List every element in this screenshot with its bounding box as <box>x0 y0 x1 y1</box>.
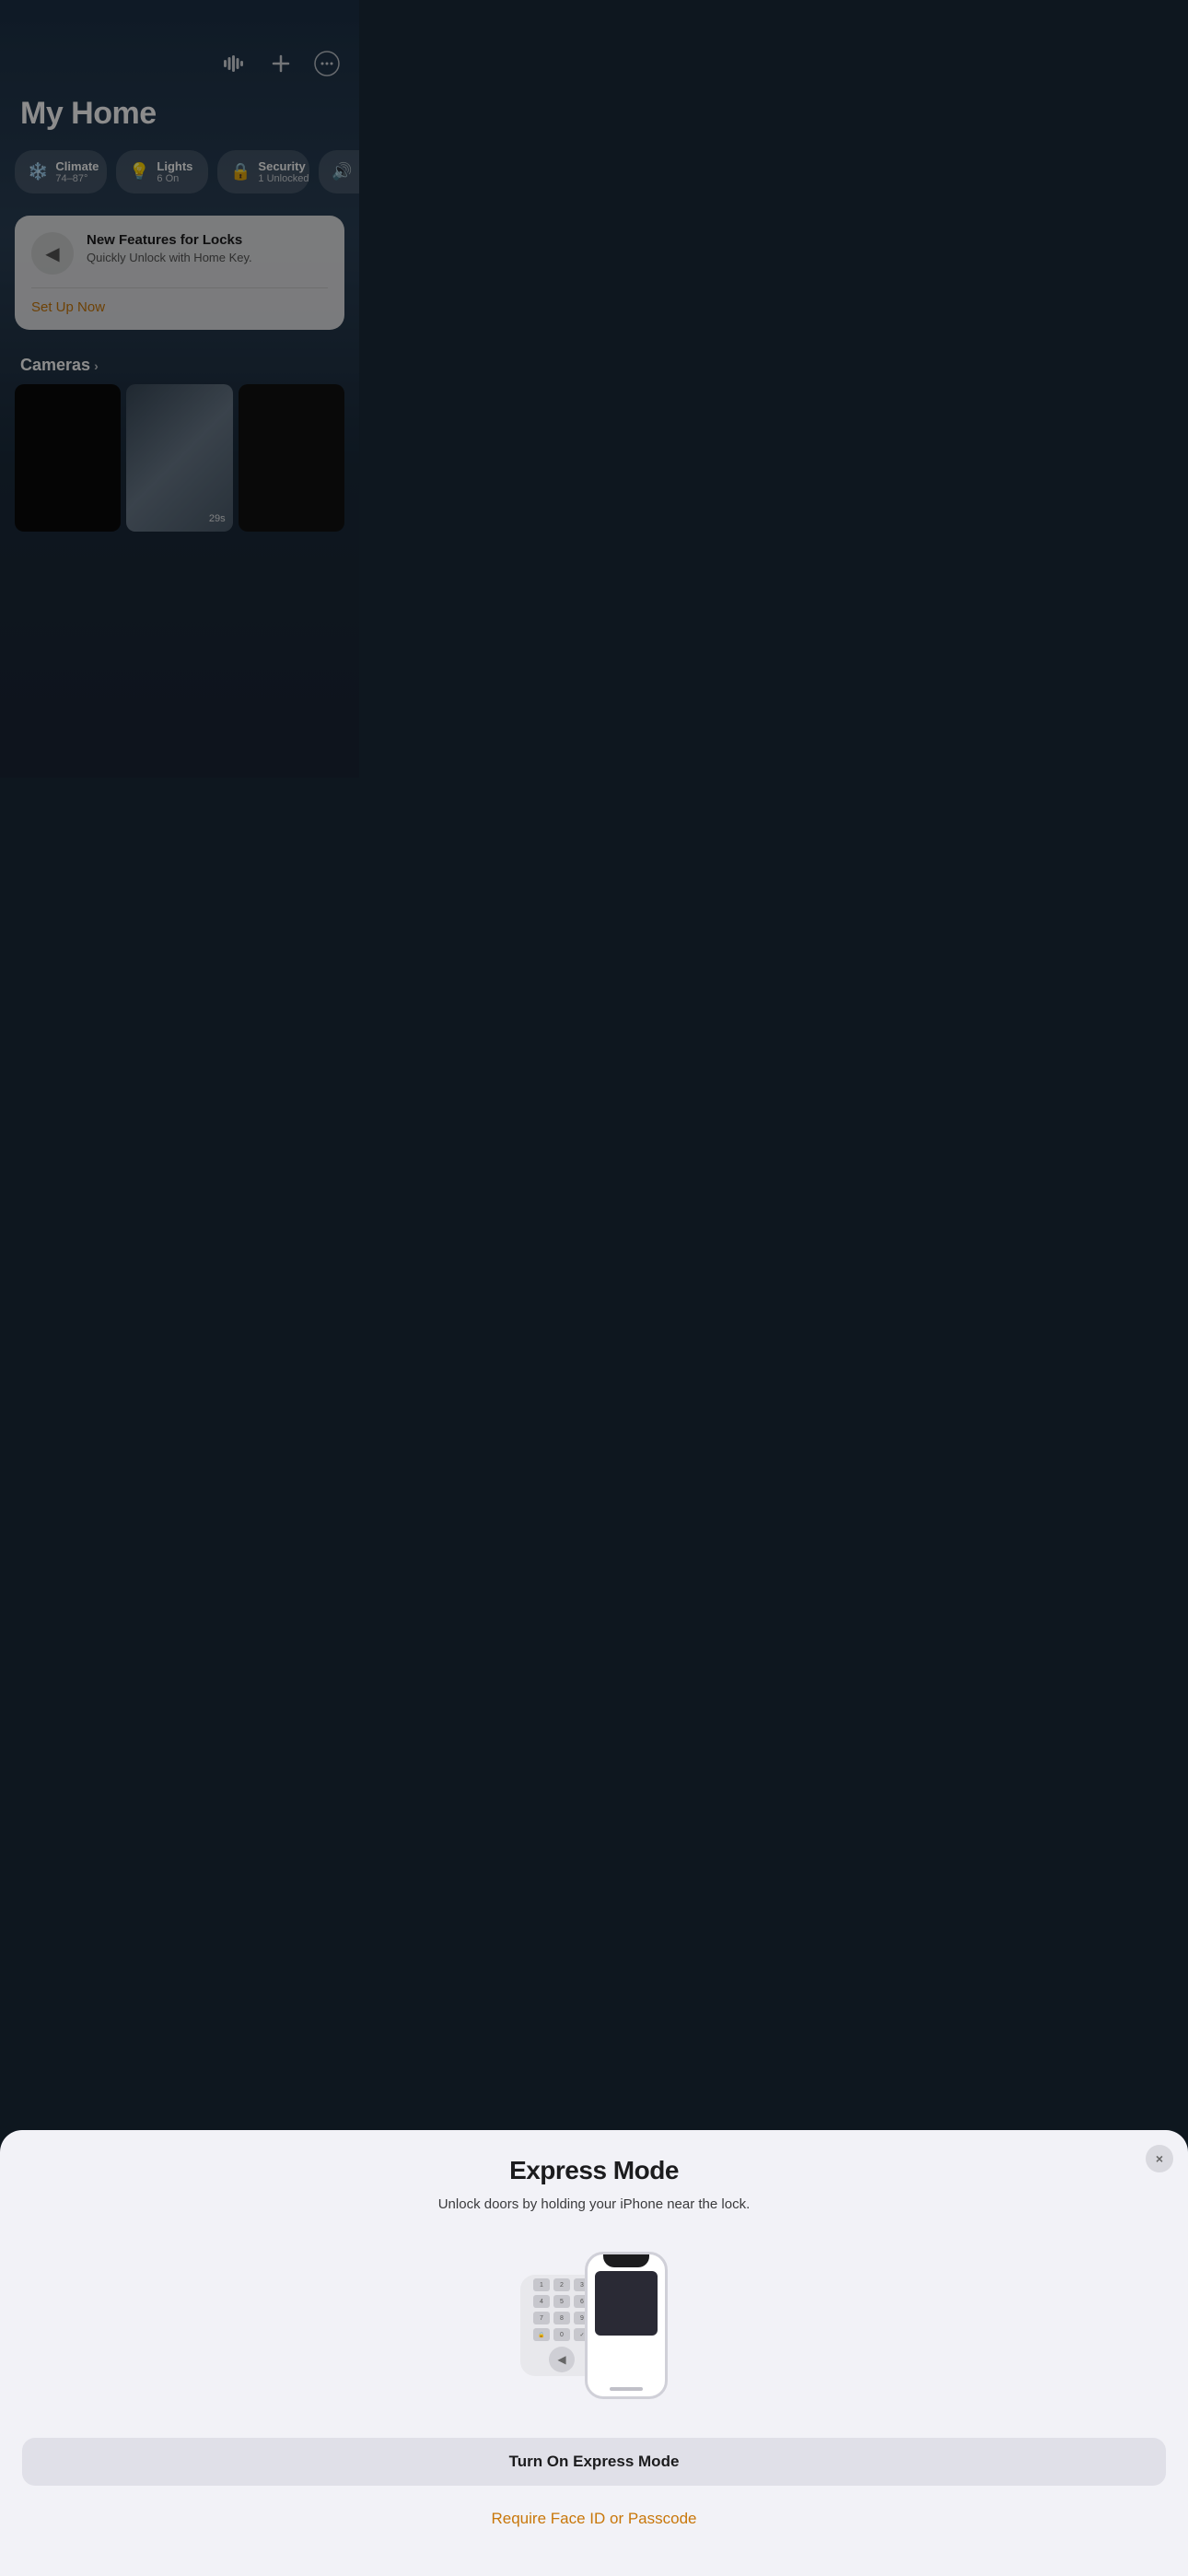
lock-keypad: 1 2 3 4 5 6 7 8 9 🔒 0 ✓ <box>533 2278 590 2341</box>
key-5: 5 <box>553 2295 570 2308</box>
express-mode-modal: × Express Mode Unlock doors by holding y… <box>0 2130 1188 2576</box>
key-2: 2 <box>553 2278 570 2291</box>
modal-close-button[interactable]: × <box>1146 2145 1173 2172</box>
key-1: 1 <box>533 2278 550 2291</box>
key-lock: 🔒 <box>533 2328 550 2341</box>
iphone-home-indicator <box>610 2387 643 2391</box>
iphone-screen <box>595 2271 657 2336</box>
require-face-id-button[interactable]: Require Face ID or Passcode <box>22 2499 1166 2539</box>
key-0: 0 <box>553 2328 570 2341</box>
express-mode-illustration: 1 2 3 4 5 6 7 8 9 🔒 0 ✓ ◀ <box>22 2242 1166 2408</box>
key-4: 4 <box>533 2295 550 2308</box>
modal-title: Express Mode <box>22 2156 1166 2185</box>
key-7: 7 <box>533 2312 550 2324</box>
turn-on-express-mode-button[interactable]: Turn On Express Mode <box>22 2438 1166 2486</box>
lock-knob: ◀ <box>549 2347 575 2372</box>
iphone-notch <box>603 2254 649 2267</box>
key-8: 8 <box>553 2312 570 2324</box>
modal-description: Unlock doors by holding your iPhone near… <box>22 2195 1166 2216</box>
modal-backdrop: × Express Mode Unlock doors by holding y… <box>0 0 1188 2576</box>
iphone-illustration <box>585 2252 668 2399</box>
